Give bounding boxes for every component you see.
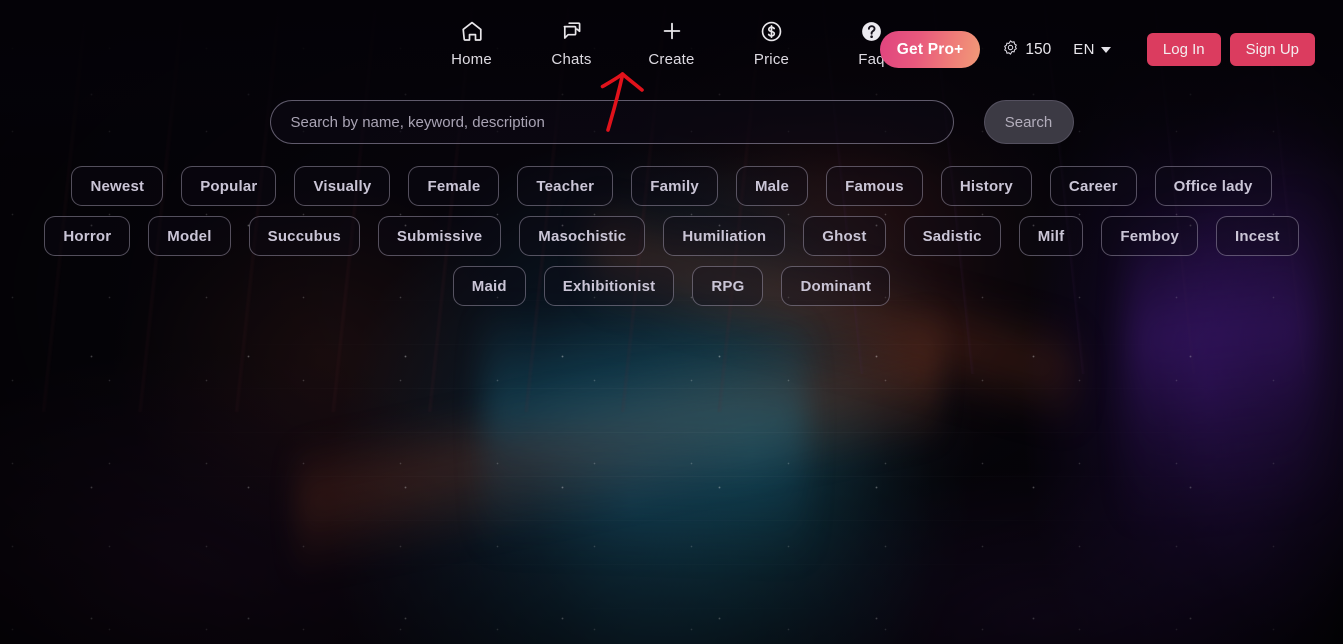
tag-row: Maid Exhibitionist RPG Dominant [452,266,891,306]
tag-chip[interactable]: Masochistic [519,216,646,256]
header-actions: Get Pro+ 150 EN Log In Sign Up [879,31,1315,68]
tag-chip[interactable]: Visually [294,166,391,206]
tag-chip[interactable]: Office lady [1154,166,1272,206]
tag-chip[interactable]: Maid [452,266,526,306]
nav-item-create[interactable]: Create [641,18,703,68]
tag-chip[interactable]: Femboy [1101,216,1199,256]
nav-item-price[interactable]: Price [741,18,803,68]
plus-icon [660,18,684,44]
tag-chip[interactable]: Succubus [248,216,360,256]
tag-chip[interactable]: Humiliation [663,216,786,256]
tag-chip[interactable]: Newest [71,166,164,206]
tag-chip[interactable]: Horror [44,216,131,256]
tag-chip[interactable]: Female [408,166,500,206]
chevron-down-icon [1100,46,1111,53]
language-selector[interactable]: EN [1073,41,1111,58]
search-input[interactable] [269,100,954,144]
site-header: Home Chats Create Price Faq Get Pro+ 150… [0,0,1343,98]
tag-chip[interactable]: Male [735,166,809,206]
tag-chip[interactable]: Career [1049,166,1137,206]
tag-chip[interactable]: Sadistic [903,216,1001,256]
tag-chip[interactable]: Submissive [377,216,502,256]
tag-filter-list: Newest Popular Visually Female Teacher F… [0,166,1343,306]
tag-chip[interactable]: Milf [1018,216,1084,256]
nav-item-chats[interactable]: Chats [541,18,603,68]
tag-chip[interactable]: Teacher [517,166,614,206]
coin-count-label: 150 [1025,40,1052,58]
tag-chip[interactable]: RPG [692,266,764,306]
tag-chip[interactable]: Famous [826,166,923,206]
get-pro-button[interactable]: Get Pro+ [879,31,981,68]
language-label: EN [1073,41,1095,58]
tag-chip[interactable]: Popular [181,166,277,206]
log-in-button[interactable]: Log In [1146,33,1221,66]
nav-item-home[interactable]: Home [441,18,503,68]
tag-chip[interactable]: Incest [1216,216,1299,256]
tag-chip[interactable]: Dominant [781,266,891,306]
coin-icon [1002,39,1019,61]
search-button[interactable]: Search [983,100,1074,144]
tag-chip[interactable]: Ghost [803,216,886,256]
nav-label-price: Price [753,51,790,68]
tag-chip[interactable]: Model [148,216,231,256]
tag-chip[interactable]: Exhibitionist [543,266,675,306]
coin-balance[interactable]: 150 [1002,39,1051,61]
tag-row: Horror Model Succubus Submissive Masochi… [44,216,1299,256]
tag-chip[interactable]: History [940,166,1032,206]
chat-bubbles-icon [560,18,584,44]
tag-chip[interactable]: Family [631,166,718,206]
home-icon [460,18,484,44]
nav-label-home: Home [451,51,492,68]
sign-up-button[interactable]: Sign Up [1229,33,1315,66]
tag-row: Newest Popular Visually Female Teacher F… [71,166,1272,206]
search-section: Search [0,100,1343,144]
nav-label-create: Create [648,51,695,68]
nav-label-chats: Chats [551,51,592,68]
dollar-circle-icon [759,18,784,44]
